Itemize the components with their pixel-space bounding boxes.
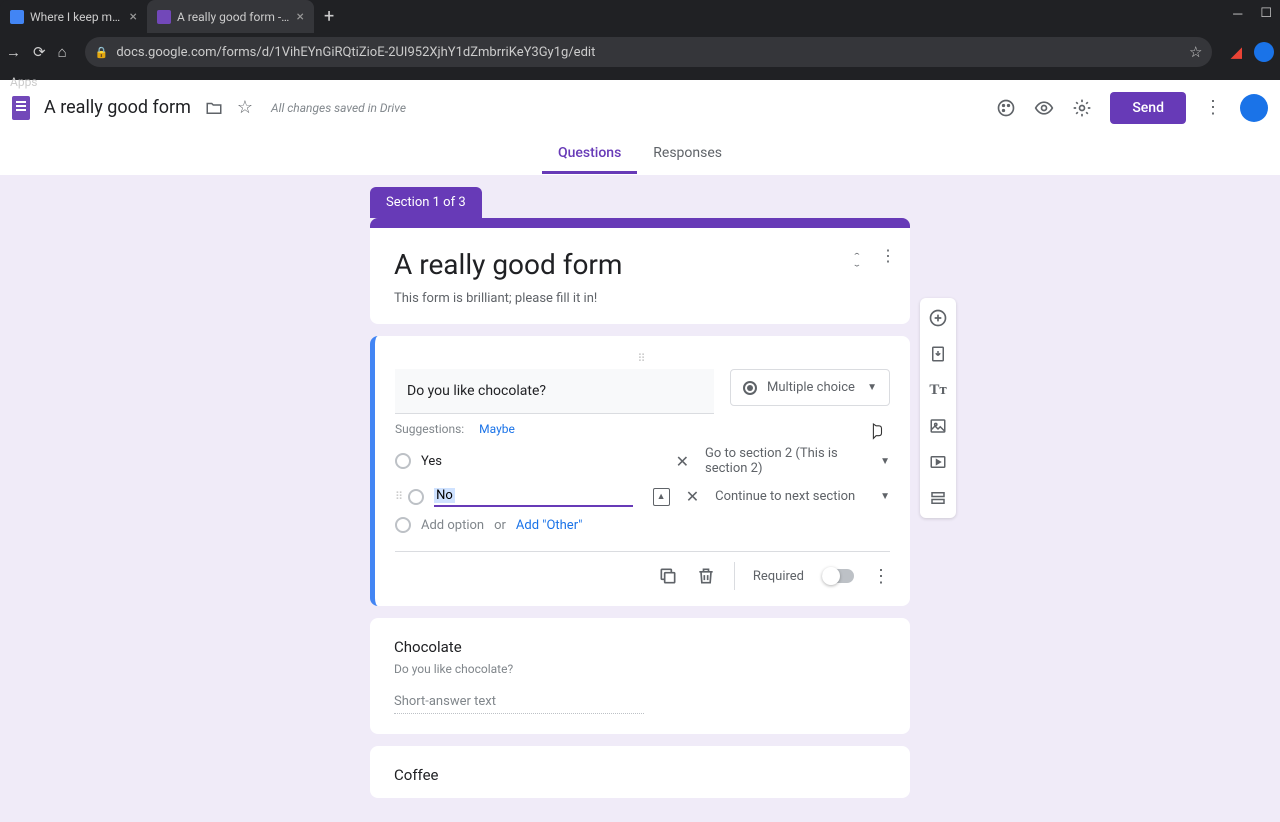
preview-icon[interactable] bbox=[1034, 98, 1054, 118]
dropdown-label: Multiple choice bbox=[767, 380, 857, 395]
extension-icon[interactable]: ◢ bbox=[1230, 43, 1242, 61]
question-title: Coffee bbox=[394, 766, 886, 784]
tab-title: A really good form - Google Form bbox=[177, 10, 291, 24]
goto-dropdown[interactable]: Continue to next section ▼ bbox=[715, 489, 890, 504]
user-avatar[interactable] bbox=[1240, 94, 1268, 122]
tab-questions[interactable]: Questions bbox=[542, 135, 637, 174]
side-toolbar: Tᴛ bbox=[920, 298, 956, 518]
browser-tab[interactable]: Where I keep my Form - Google × bbox=[0, 0, 147, 33]
tab-title: Where I keep my Form - Google bbox=[30, 10, 124, 24]
more-icon[interactable]: ⋮ bbox=[880, 246, 896, 274]
add-question-icon[interactable] bbox=[924, 304, 952, 332]
question-title-input[interactable] bbox=[395, 369, 714, 414]
form-header-title[interactable]: A really good form bbox=[394, 248, 886, 281]
radio-icon bbox=[395, 517, 411, 533]
save-status: All changes saved in Drive bbox=[271, 101, 406, 115]
form-title[interactable]: A really good form bbox=[44, 97, 191, 118]
radio-icon bbox=[408, 489, 424, 505]
duplicate-icon[interactable] bbox=[658, 566, 678, 586]
reload-icon[interactable]: ⟳ bbox=[33, 43, 46, 61]
folder-icon[interactable] bbox=[205, 99, 223, 117]
suggestion-chip[interactable]: Maybe bbox=[479, 422, 515, 436]
send-button[interactable]: Send bbox=[1110, 92, 1186, 124]
section-label: Section 1 of 3 bbox=[370, 187, 482, 218]
question-subtitle: Do you like chocolate? bbox=[394, 662, 886, 676]
forms-favicon bbox=[157, 10, 171, 24]
or-label: or bbox=[494, 518, 506, 533]
question-title: Chocolate bbox=[394, 638, 886, 656]
add-video-icon[interactable] bbox=[924, 448, 952, 476]
minimize-icon[interactable]: ─ bbox=[1233, 6, 1242, 22]
chevron-down-icon: ▼ bbox=[867, 382, 877, 393]
forms-logo[interactable] bbox=[12, 96, 30, 120]
profile-avatar[interactable] bbox=[1254, 42, 1274, 62]
remove-option-icon[interactable]: ✕ bbox=[670, 452, 695, 471]
suggestions-label: Suggestions: bbox=[395, 422, 464, 436]
remove-option-icon[interactable]: ✕ bbox=[680, 487, 705, 506]
url-text: docs.google.com/forms/d/1VihEYnGiRQtiZio… bbox=[108, 45, 1189, 60]
required-label: Required bbox=[753, 569, 804, 584]
cursor-icon bbox=[868, 422, 886, 444]
forward-icon[interactable]: → bbox=[6, 43, 21, 61]
radio-icon bbox=[395, 453, 411, 469]
add-section-icon[interactable] bbox=[924, 484, 952, 512]
more-icon[interactable]: ⋮ bbox=[1204, 97, 1222, 118]
new-tab-button[interactable]: + bbox=[314, 6, 344, 27]
drag-handle-icon[interactable]: ⠿ bbox=[395, 352, 890, 365]
question-card[interactable]: Coffee bbox=[370, 746, 910, 798]
add-title-icon[interactable]: Tᴛ bbox=[924, 376, 952, 404]
add-option-link[interactable]: Add option bbox=[421, 518, 484, 533]
home-icon[interactable]: ⌂ bbox=[58, 43, 67, 61]
question-card-active: ⠿ Multiple choice ▼ Suggestions: Maybe Y… bbox=[370, 336, 910, 606]
star-icon[interactable]: ☆ bbox=[1189, 43, 1202, 61]
option-row: Yes ✕ Go to section 2 (This is section 2… bbox=[395, 446, 890, 476]
drag-handle-icon[interactable]: ⠿ bbox=[395, 490, 402, 503]
palette-icon[interactable] bbox=[996, 98, 1016, 118]
short-answer-placeholder: Short-answer text bbox=[394, 694, 644, 714]
more-icon[interactable]: ⋮ bbox=[872, 566, 890, 587]
form-header-card[interactable]: A really good form This form is brillian… bbox=[370, 218, 910, 324]
required-toggle[interactable] bbox=[822, 569, 854, 583]
tab-responses[interactable]: Responses bbox=[637, 135, 738, 174]
option-text[interactable]: Yes bbox=[421, 454, 442, 469]
settings-icon[interactable] bbox=[1072, 98, 1092, 118]
form-header-description[interactable]: This form is brilliant; please fill it i… bbox=[394, 291, 886, 306]
radio-icon bbox=[743, 381, 757, 395]
import-questions-icon[interactable] bbox=[924, 340, 952, 368]
option-row-active: ⠿ No ▲ ✕ Continue to next section ▼ bbox=[395, 486, 890, 507]
bookmark-apps[interactable]: Apps bbox=[10, 75, 38, 89]
goto-dropdown[interactable]: Go to section 2 (This is section 2) ▼ bbox=[705, 446, 890, 476]
maximize-icon[interactable]: ☐ bbox=[1260, 6, 1272, 22]
close-tab-icon[interactable]: × bbox=[130, 9, 137, 25]
add-other-link[interactable]: Add "Other" bbox=[516, 518, 582, 533]
star-icon[interactable]: ☆ bbox=[237, 97, 253, 118]
chevron-down-icon: ▼ bbox=[880, 491, 890, 502]
image-icon[interactable]: ▲ bbox=[653, 488, 670, 506]
browser-tab-active[interactable]: A really good form - Google Form × bbox=[147, 0, 314, 33]
question-type-dropdown[interactable]: Multiple choice ▼ bbox=[730, 369, 890, 406]
option-input[interactable]: No bbox=[434, 486, 633, 507]
collapse-icon[interactable]: ⌃⌄ bbox=[852, 252, 862, 269]
add-image-icon[interactable] bbox=[924, 412, 952, 440]
close-tab-icon[interactable]: × bbox=[297, 9, 304, 25]
question-card[interactable]: Chocolate Do you like chocolate? Short-a… bbox=[370, 618, 910, 734]
url-bar[interactable]: 🔒 docs.google.com/forms/d/1VihEYnGiRQtiZ… bbox=[85, 37, 1213, 67]
docs-favicon bbox=[10, 10, 24, 24]
delete-icon[interactable] bbox=[696, 566, 716, 586]
lock-icon: 🔒 bbox=[95, 46, 109, 59]
chevron-down-icon: ▼ bbox=[880, 456, 890, 467]
